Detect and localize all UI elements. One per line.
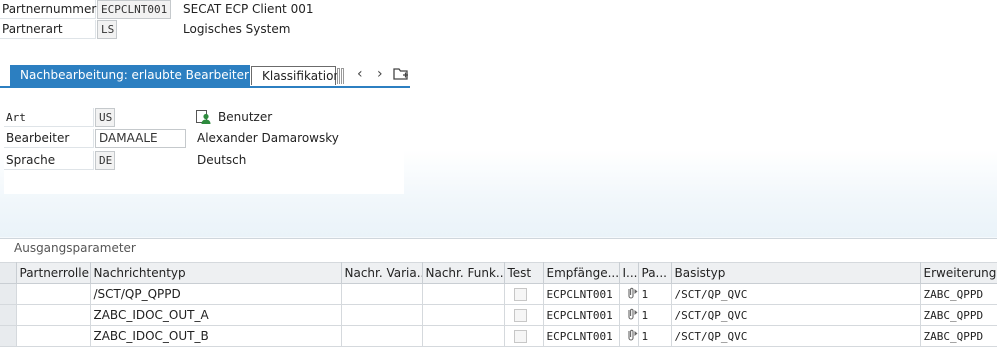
cell-idoc[interactable] <box>619 304 639 326</box>
paperclip-arrow-icon[interactable] <box>624 286 637 303</box>
art-field[interactable]: US <box>95 108 115 127</box>
test-checkbox[interactable] <box>513 288 527 301</box>
art-label: Art <box>4 108 94 127</box>
art-description: Benutzer <box>218 110 273 124</box>
test-checkbox[interactable] <box>513 309 527 322</box>
cell-variante[interactable] <box>341 304 423 326</box>
paperclip-arrow-icon[interactable] <box>624 328 637 345</box>
sprache-field[interactable]: DE <box>95 151 115 170</box>
cell-funktion[interactable] <box>422 304 505 326</box>
outbound-parameters-table: Partnerrolle Nachrichtentyp Nachr. Varia… <box>0 262 997 347</box>
section-divider <box>0 238 997 239</box>
tab-overflow-stub <box>337 68 340 84</box>
row-selector[interactable] <box>0 325 17 347</box>
cell-erweiterung[interactable]: ZABC_QPPD <box>920 283 997 305</box>
table-header-row: Partnerrolle Nachrichtentyp Nachr. Varia… <box>0 262 997 284</box>
cell-partnerrolle[interactable] <box>16 325 91 347</box>
tab-nachbearbeitung[interactable]: Nachbearbeitung: erlaubte Bearbeiter <box>10 65 250 86</box>
cell-empfaenger[interactable]: ECPCLNT001 <box>543 325 620 347</box>
header-selector[interactable] <box>0 262 17 284</box>
cell-basistyp[interactable]: /SCT/QP_QVC <box>671 304 921 326</box>
cell-partnerrolle[interactable] <box>16 283 91 305</box>
cell-basistyp[interactable]: /SCT/QP_QVC <box>671 283 921 305</box>
tab-prev-button[interactable]: ‹ <box>357 65 363 85</box>
column-header-partnerrolle[interactable]: Partnerrolle <box>16 262 91 284</box>
cell-basistyp[interactable]: /SCT/QP_QVC <box>671 325 921 347</box>
column-header-test[interactable]: Test <box>504 262 544 284</box>
table-row[interactable]: ZABC_IDOC_OUT_A ECPCLNT001 1 /SCT/QP_QVC… <box>0 304 997 326</box>
sprache-label: Sprache <box>4 151 94 170</box>
table-row[interactable]: /SCT/QP_QPPD ECPCLNT001 1 /SCT/QP_QVC ZA… <box>0 283 997 305</box>
folder-icon[interactable] <box>393 67 409 84</box>
section-title-ausgangsparameter: Ausgangsparameter <box>14 241 136 255</box>
partnernummer-label: Partnernummer <box>0 0 96 19</box>
partnerart-field[interactable]: LS <box>97 20 117 39</box>
partnerart-label: Partnerart <box>0 20 96 39</box>
column-header-paket[interactable]: Pa... <box>638 262 672 284</box>
row-selector[interactable] <box>0 304 17 326</box>
column-header-nachrichtentyp[interactable]: Nachrichtentyp <box>90 262 342 284</box>
cell-empfaenger[interactable]: ECPCLNT001 <box>543 283 620 305</box>
tab-next-button[interactable]: › <box>377 65 383 85</box>
cell-paket[interactable]: 1 <box>638 283 672 305</box>
cell-test[interactable] <box>504 325 544 347</box>
sprache-description: Deutsch <box>197 153 247 167</box>
cell-funktion[interactable] <box>422 325 505 347</box>
cell-test[interactable] <box>504 304 544 326</box>
bearbeiter-description: Alexander Damarowsky <box>197 131 339 145</box>
test-checkbox[interactable] <box>513 330 527 343</box>
cell-test[interactable] <box>504 283 544 305</box>
cell-paket[interactable]: 1 <box>638 325 672 347</box>
tab-klassifikation[interactable]: Klassifikation <box>251 66 341 85</box>
column-header-basistyp[interactable]: Basistyp <box>671 262 921 284</box>
user-icon <box>196 110 211 128</box>
cell-nachrichtentyp[interactable]: ZABC_IDOC_OUT_B <box>90 325 342 347</box>
column-header-nachr-funktion[interactable]: Nachr. Funk... <box>422 262 505 284</box>
column-header-erweiterung[interactable]: Erweiterung <box>920 262 997 284</box>
tab-overflow-stub-2 <box>341 68 344 84</box>
table-row[interactable]: ZABC_IDOC_OUT_B ECPCLNT001 1 /SCT/QP_QVC… <box>0 325 997 347</box>
cell-paket[interactable]: 1 <box>638 304 672 326</box>
paperclip-arrow-icon[interactable] <box>624 307 637 324</box>
partnerart-description: Logisches System <box>183 22 291 36</box>
cell-variante[interactable] <box>341 283 423 305</box>
partnernummer-field[interactable]: ECPCLNT001 <box>97 0 171 19</box>
bearbeiter-label: Bearbeiter <box>4 129 94 148</box>
partnernummer-description: SECAT ECP Client 001 <box>183 2 314 16</box>
cell-nachrichtentyp[interactable]: /SCT/QP_QPPD <box>90 283 342 305</box>
cell-erweiterung[interactable]: ZABC_QPPD <box>920 304 997 326</box>
cell-idoc[interactable] <box>619 325 639 347</box>
cell-variante[interactable] <box>341 325 423 347</box>
column-header-idoc[interactable]: I... <box>619 262 639 284</box>
column-header-nachr-variante[interactable]: Nachr. Varia... <box>341 262 423 284</box>
cell-funktion[interactable] <box>422 283 505 305</box>
tab-underline <box>0 86 410 88</box>
cell-idoc[interactable] <box>619 283 639 305</box>
row-selector[interactable] <box>0 283 17 305</box>
column-header-empfaenger[interactable]: Empfänge... <box>543 262 620 284</box>
cell-erweiterung[interactable]: ZABC_QPPD <box>920 325 997 347</box>
bearbeiter-field[interactable]: DAMAALE <box>95 129 186 148</box>
cell-nachrichtentyp[interactable]: ZABC_IDOC_OUT_A <box>90 304 342 326</box>
cell-empfaenger[interactable]: ECPCLNT001 <box>543 304 620 326</box>
cell-partnerrolle[interactable] <box>16 304 91 326</box>
